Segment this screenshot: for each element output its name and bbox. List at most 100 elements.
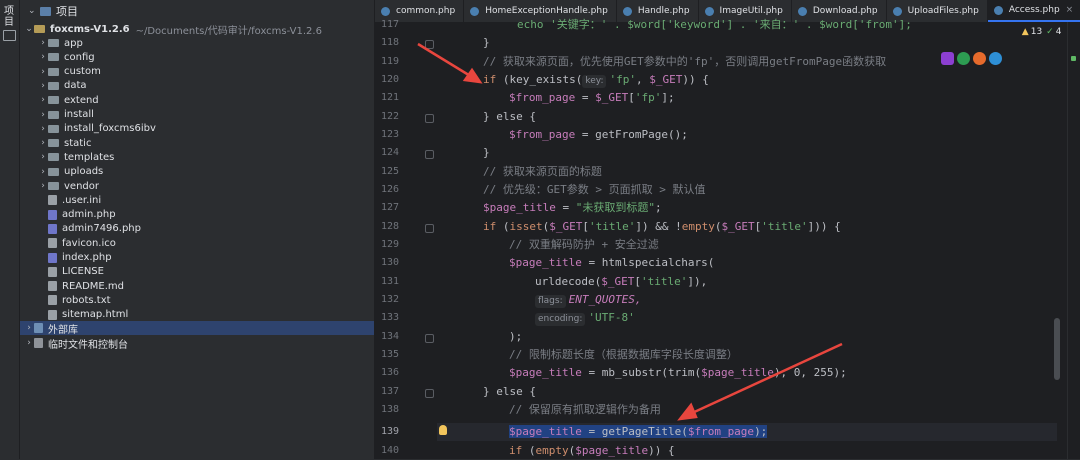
parameter-hint: encoding: [535,313,586,326]
tree-item-external-libraries[interactable]: › 外部库 [20,321,374,336]
project-panel: ⌄ 项目 ⌄ foxcms-V1.2.6 ~/Documents/代码审计/fo… [20,0,375,459]
line-number[interactable]: 124 [375,147,399,158]
chevron-down-icon[interactable]: ⌄ [24,24,34,34]
php-file-icon [797,6,807,16]
code-line-124: } [483,146,490,159]
folder-icon [48,110,59,119]
gutter: 117 118 119 120 121 122 123 124 125 126 127 128 129 1… [375,19,437,459]
tree-item[interactable]: favicon.ico [20,236,374,250]
vertical-scrollbar[interactable] [1054,318,1060,380]
folder-icon [48,139,59,148]
code-line-131: urldecode($_GET['title']), [535,275,708,288]
fold-icon[interactable] [425,224,434,233]
chevron-right-icon[interactable]: › [38,110,48,120]
tree-item[interactable]: robots.txt [20,293,374,307]
tree-item-label: install [64,109,94,120]
chevron-right-icon[interactable]: › [38,38,48,48]
chevron-right-icon[interactable]: › [24,338,34,348]
tree-item[interactable]: › extend [20,93,374,107]
line-number[interactable]: 125 [375,166,399,177]
tree-item[interactable]: › config [20,50,374,64]
tree-item-scratches[interactable]: › 临时文件和控制台 [20,336,374,351]
chevron-right-icon[interactable]: › [38,124,48,134]
lightbulb-icon[interactable] [439,425,447,435]
chevron-right-icon[interactable]: › [38,81,48,91]
line-number[interactable]: 123 [375,129,399,140]
line-number[interactable]: 134 [375,331,399,342]
fold-icon[interactable] [425,334,434,343]
chevron-right-icon[interactable]: › [38,152,48,162]
chevron-right-icon[interactable]: › [38,95,48,105]
fold-icon[interactable] [425,389,434,398]
tree-item[interactable]: › install_foxcms6ibv [20,122,374,136]
tree-item[interactable]: › data [20,79,374,93]
chevron-right-icon[interactable]: › [38,181,48,191]
fold-icon[interactable] [425,40,434,49]
line-number[interactable]: 132 [375,294,399,305]
chevron-right-icon[interactable]: › [38,167,48,177]
code-line-136: $page_title = mb_substr(trim($page_title… [509,366,847,379]
folder-icon [48,53,59,62]
fold-icon[interactable] [425,114,434,123]
folder-icon[interactable] [3,30,16,41]
project-panel-header[interactable]: ⌄ 项目 [20,0,374,22]
line-number[interactable]: 140 [375,445,399,456]
tree-item[interactable]: README.md [20,279,374,293]
chevron-right-icon[interactable]: › [38,52,48,62]
tree-item[interactable]: LICENSE [20,265,374,279]
line-number[interactable]: 119 [375,56,399,67]
line-number[interactable]: 128 [375,221,399,232]
tree-item[interactable]: › custom [20,65,374,79]
code-line-123: $from_page = getFromPage(); [509,128,688,141]
edge-browser-icon[interactable] [989,52,1002,65]
line-number[interactable]: 126 [375,184,399,195]
line-number[interactable]: 129 [375,239,399,250]
chrome-browser-icon[interactable] [957,52,970,65]
tree-item[interactable]: .user.ini [20,193,374,207]
folder-icon [48,124,59,133]
line-number[interactable]: 120 [375,74,399,85]
tree-item[interactable]: › install [20,108,374,122]
line-number[interactable]: 131 [375,276,399,287]
library-icon [34,323,43,333]
firefox-browser-icon[interactable] [973,52,986,65]
code-line-126: // 优先级：GET参数 > 页面抓取 > 默认值 [483,183,706,196]
tree-item[interactable]: admin7496.php [20,222,374,236]
line-number[interactable]: 135 [375,349,399,360]
line-number[interactable]: 121 [375,92,399,103]
tree-item[interactable]: › app [20,36,374,50]
line-number[interactable]: 139 [375,426,399,437]
phpstorm-browser-icon[interactable] [941,52,954,65]
code-view[interactable]: echo '关键字：' . $word['keyword'] . '来自：' .… [437,18,1080,459]
tree-item-label: config [64,51,95,63]
tree-item[interactable]: › uploads [20,165,374,179]
chevron-right-icon[interactable]: › [38,138,48,148]
tree-item[interactable]: index.php [20,251,374,265]
line-number[interactable]: 130 [375,257,399,268]
line-number[interactable]: 127 [375,202,399,213]
tree-item[interactable]: › static [20,136,374,150]
line-number[interactable]: 133 [375,312,399,323]
chevron-right-icon[interactable]: › [38,67,48,77]
chevron-down-icon[interactable]: ⌄ [28,6,36,16]
line-number[interactable]: 137 [375,386,399,397]
fold-icon[interactable] [425,150,434,159]
tree-item-label: .user.ini [62,194,102,206]
line-number[interactable]: 136 [375,367,399,378]
project-tool-tab[interactable]: 项目 [3,6,15,28]
tree-item[interactable]: › vendor [20,179,374,193]
chevron-right-icon[interactable]: › [24,323,34,333]
root-name: foxcms-V1.2.6 [50,23,130,35]
php-file-icon [48,252,57,263]
tree-item[interactable]: › templates [20,150,374,164]
close-icon[interactable]: × [1066,5,1074,15]
line-number[interactable]: 118 [375,37,399,48]
tree-item-label: static [64,137,92,149]
tree-item[interactable]: admin.php [20,208,374,222]
line-number[interactable]: 138 [375,404,399,415]
line-number[interactable]: 122 [375,111,399,122]
code-line-134: ); [509,330,523,343]
code-line-129: // 双重解码防护 + 安全过滤 [509,238,659,251]
tree-root[interactable]: ⌄ foxcms-V1.2.6 ~/Documents/代码审计/foxcms-… [20,22,374,37]
line-number[interactable]: 117 [375,19,399,30]
